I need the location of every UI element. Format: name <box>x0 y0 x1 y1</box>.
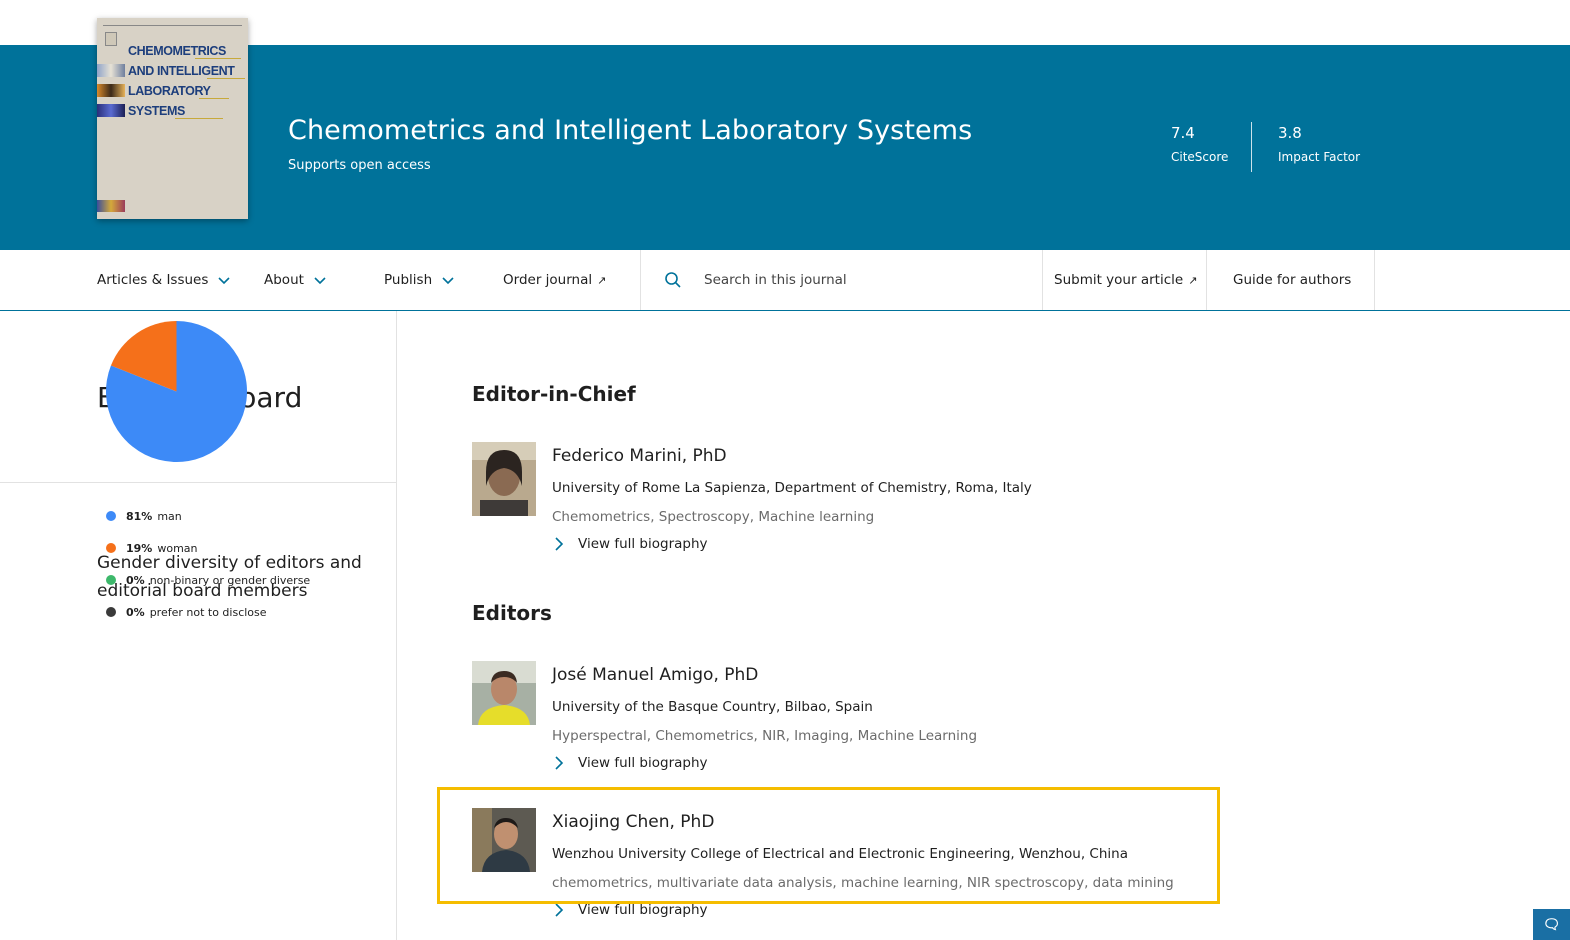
external-link-icon: ↗ <box>597 273 607 287</box>
nav-order-journal[interactable]: Order journal ↗ <box>503 250 606 310</box>
impact-factor-label: Impact Factor <box>1278 150 1361 164</box>
editor-photo <box>472 442 536 516</box>
nav-articles-label: Articles & Issues <box>97 272 209 288</box>
view-biography-label: View full biography <box>578 902 708 918</box>
legend-label: woman <box>157 541 198 555</box>
nav-articles-issues[interactable]: Articles & Issues <box>97 250 231 310</box>
citescore-metric: 7.4 CiteScore <box>1171 124 1228 164</box>
impact-factor-metric: 3.8 Impact Factor <box>1278 124 1360 164</box>
cover-title-line: CHEMOMETRICS <box>128 44 226 58</box>
chevron-right-icon <box>555 537 564 551</box>
legend-dot <box>106 543 116 553</box>
cover-top-rule <box>103 25 242 29</box>
nav-about[interactable]: About <box>264 250 327 310</box>
editor-name[interactable]: Federico Marini, PhD <box>552 446 727 466</box>
editor-affiliation: University of Rome La Sapienza, Departme… <box>552 480 1032 496</box>
legend-dot <box>106 607 116 617</box>
chevron-right-icon <box>555 756 564 770</box>
view-biography-link[interactable]: View full biography <box>552 536 708 552</box>
legend-label: prefer not to disclose <box>149 605 267 619</box>
chevron-down-icon <box>218 277 230 285</box>
legend-item-man: 81% man <box>106 500 310 532</box>
publisher-logo-icon <box>105 32 117 46</box>
highlight-box <box>437 787 1220 904</box>
journal-title: Chemometrics and Intelligent Laboratory … <box>288 115 973 146</box>
cover-thumbnail <box>97 84 125 97</box>
nav-publish-label: Publish <box>384 272 433 288</box>
view-biography-label: View full biography <box>578 755 708 771</box>
impact-factor-value: 3.8 <box>1278 124 1302 142</box>
legend-label: non-binary or gender diverse <box>149 573 311 587</box>
editor-photo <box>472 661 536 725</box>
search-input[interactable] <box>704 272 1004 288</box>
journal-nav: Articles & Issues About Publish Order jo… <box>0 250 1570 311</box>
editor-keywords: Hyperspectral, Chemometrics, NIR, Imagin… <box>552 728 978 744</box>
cover-title-line: AND INTELLIGENT <box>128 64 235 78</box>
nav-guide-label: Guide for authors <box>1233 272 1352 288</box>
gender-legend: 81% man 19% woman 0% non-binary or gende… <box>106 500 310 628</box>
chevron-down-icon <box>314 277 326 285</box>
external-link-icon: ↗ <box>1188 273 1198 287</box>
nav-guide-authors[interactable]: Guide for authors <box>1233 250 1351 310</box>
feedback-widget-icon[interactable]: 🗨 <box>1533 909 1570 940</box>
cover-rule <box>199 98 229 99</box>
legend-item-non-binary: 0% non-binary or gender diverse <box>106 564 310 596</box>
view-biography-link[interactable]: View full biography <box>552 902 708 918</box>
editor-name[interactable]: José Manuel Amigo, PhD <box>552 665 758 685</box>
cover-thumbnail <box>97 104 125 117</box>
nav-divider <box>1206 250 1207 310</box>
cover-rule <box>175 118 223 119</box>
legend-item-woman: 19% woman <box>106 532 310 564</box>
legend-item-not-disclosed: 0% prefer not to disclose <box>106 596 310 628</box>
legend-dot <box>106 511 116 521</box>
legend-percent: 0% <box>126 573 145 587</box>
chevron-right-icon <box>555 903 564 917</box>
section-title-editor-in-chief: Editor-in-Chief <box>472 382 636 406</box>
nav-submit-article[interactable]: Submit your article ↗ <box>1054 250 1197 310</box>
sidebar-divider <box>0 482 397 483</box>
cover-thumbnail <box>97 64 125 77</box>
nav-divider <box>1374 250 1375 310</box>
cover-title-line: SYSTEMS <box>128 104 185 118</box>
citescore-label: CiteScore <box>1171 150 1229 164</box>
gender-pie-chart <box>106 321 247 462</box>
legend-percent: 81% <box>126 509 153 523</box>
journal-cover-image[interactable]: CHEMOMETRICS AND INTELLIGENT LABORATORY … <box>97 18 248 219</box>
nav-order-label: Order journal <box>503 272 593 288</box>
nav-divider <box>1042 250 1043 310</box>
nav-submit-label: Submit your article <box>1054 272 1184 288</box>
nav-about-label: About <box>264 272 304 288</box>
cover-bottom-thumbnail <box>97 200 125 212</box>
metric-divider <box>1251 122 1252 172</box>
cover-rule <box>207 78 245 79</box>
cover-title-line: LABORATORY <box>128 84 211 98</box>
legend-label: man <box>157 509 182 523</box>
open-access-label: Supports open access <box>288 158 431 173</box>
legend-percent: 0% <box>126 605 145 619</box>
legend-percent: 19% <box>126 541 153 555</box>
cover-rule <box>195 58 241 59</box>
editor-keywords: Chemometrics, Spectroscopy, Machine lear… <box>552 509 875 525</box>
citescore-value: 7.4 <box>1171 124 1195 142</box>
legend-dot <box>106 575 116 585</box>
nav-publish[interactable]: Publish <box>384 250 455 310</box>
view-biography-link[interactable]: View full biography <box>552 755 708 771</box>
editor-affiliation: University of the Basque Country, Bilbao… <box>552 699 873 715</box>
search-icon[interactable] <box>664 271 682 289</box>
view-biography-label: View full biography <box>578 536 708 552</box>
section-title-editors: Editors <box>472 601 552 625</box>
journal-search <box>641 250 1042 310</box>
chevron-down-icon <box>442 277 454 285</box>
